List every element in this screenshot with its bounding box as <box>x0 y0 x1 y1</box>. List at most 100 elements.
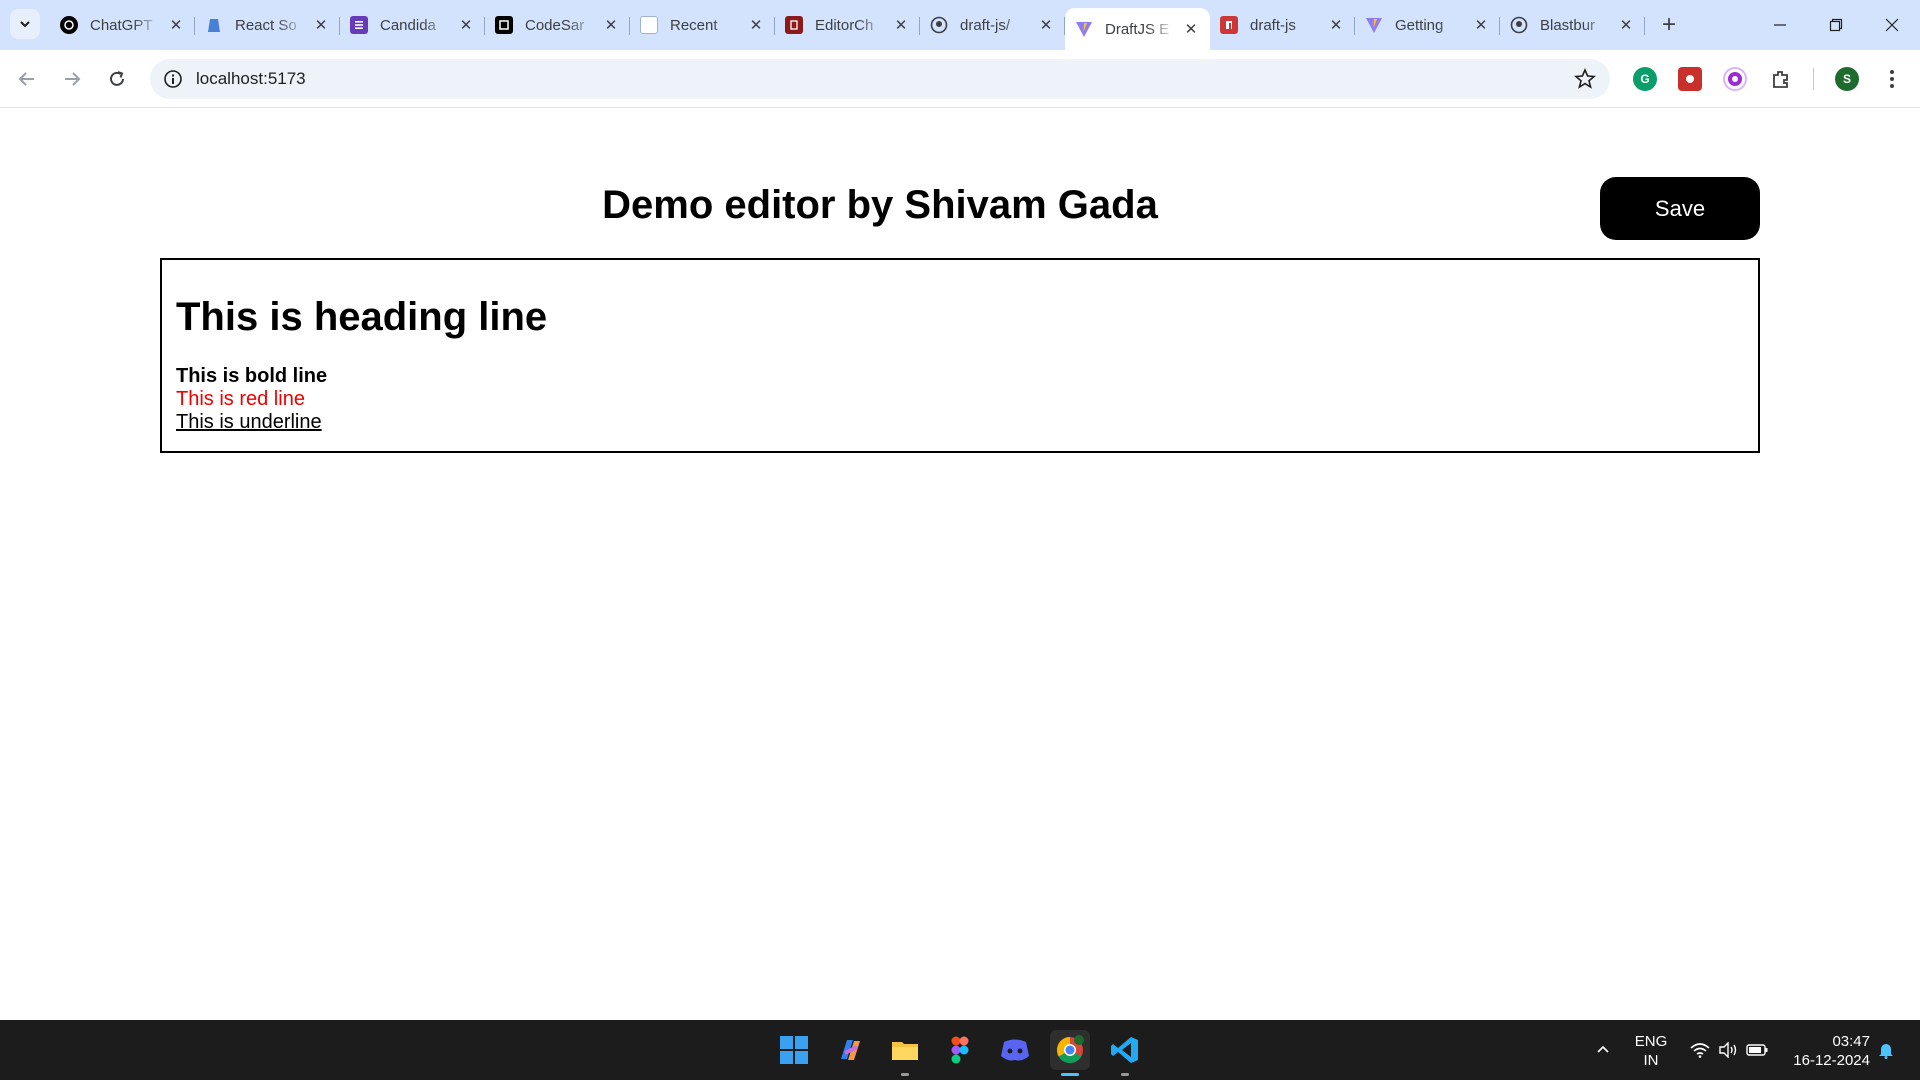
editor-heading-line[interactable]: This is heading line <box>176 294 1744 340</box>
close-icon[interactable]: ✕ <box>1327 16 1345 34</box>
restore-button[interactable] <box>1808 0 1864 50</box>
forward-button[interactable] <box>55 62 89 96</box>
tab-title: draft-js/ <box>960 16 1011 34</box>
clock-time: 03:47 <box>1832 1033 1870 1050</box>
battery-icon <box>1746 1044 1768 1056</box>
close-window-button[interactable] <box>1864 0 1920 50</box>
tab-candida[interactable]: Candida ✕ <box>340 8 485 42</box>
chatgpt-icon <box>60 16 78 34</box>
back-button[interactable] <box>10 62 44 96</box>
menu-button[interactable] <box>1880 67 1904 91</box>
extension-red-icon[interactable] <box>1678 67 1702 91</box>
tab-title: DraftJS E <box>1105 20 1170 38</box>
minimize-icon <box>1774 24 1786 26</box>
close-icon[interactable]: ✕ <box>312 16 330 34</box>
window-controls <box>1752 0 1920 50</box>
notifications-button[interactable] <box>1874 1020 1898 1080</box>
arrow-right-icon <box>65 72 81 86</box>
react-icon <box>205 16 223 34</box>
tab-title: Recent <box>670 16 718 34</box>
reload-button[interactable] <box>100 62 134 96</box>
vite-icon <box>1075 20 1093 38</box>
file-explorer-button[interactable] <box>885 1030 925 1076</box>
grammarly-icon[interactable]: G <box>1633 67 1657 91</box>
tab-chatgpt[interactable]: ChatGPT ✕ <box>50 8 195 42</box>
close-icon[interactable]: ✕ <box>892 16 910 34</box>
vite-icon <box>1365 16 1383 34</box>
editor-bold-line[interactable]: This is bold line <box>176 365 1744 388</box>
language-region: IN <box>1643 1052 1659 1069</box>
copilot-button[interactable] <box>830 1030 870 1070</box>
tab-draftjs-editor[interactable]: DraftJS E ✕ <box>1065 8 1210 50</box>
new-tab-button[interactable]: + <box>1653 8 1685 42</box>
chrome-button[interactable] <box>1050 1030 1090 1076</box>
extension-purple-icon[interactable] <box>1723 67 1747 91</box>
editor-red-line[interactable]: This is red line <box>176 388 1744 411</box>
info-icon[interactable] <box>162 68 184 90</box>
page-title: Demo editor by Shivam Gada <box>602 183 1158 227</box>
codesandbox-icon <box>495 16 513 34</box>
profile-initial: S <box>1842 72 1851 86</box>
show-hidden-icons-button[interactable] <box>1590 1020 1616 1080</box>
close-icon <box>1885 18 1899 32</box>
tab-list: ChatGPT ✕ React So ✕ Candida ✕ CodeSar ✕… <box>50 8 1685 50</box>
close-icon[interactable]: ✕ <box>1037 16 1055 34</box>
more-vertical-icon <box>1890 70 1894 88</box>
tab-react[interactable]: React So ✕ <box>195 8 340 42</box>
file-explorer-icon <box>892 1042 918 1060</box>
page-content: Demo editor by Shivam Gada Save This is … <box>0 109 1920 1020</box>
vscode-button[interactable] <box>1105 1030 1145 1076</box>
discord-button[interactable] <box>995 1030 1035 1070</box>
tab-title: draft-js <box>1250 16 1296 34</box>
tab-title: Getting <box>1395 16 1444 34</box>
editor-underline-line[interactable]: This is underline <box>176 411 322 433</box>
running-indicator <box>1121 1073 1129 1076</box>
tab-draftjs-npm[interactable]: draft-js ✕ <box>1210 8 1355 42</box>
vscode-icon <box>1111 1037 1138 1063</box>
tab-title: React So <box>235 16 297 34</box>
tab-blastbur[interactable]: Blastbur ✕ <box>1500 8 1645 42</box>
tab-recent[interactable]: Recent ✕ <box>630 8 775 42</box>
tab-strip: ChatGPT ✕ React So ✕ Candida ✕ CodeSar ✕… <box>0 0 1920 50</box>
reload-icon <box>110 71 124 86</box>
extensions-puzzle-icon[interactable] <box>1769 67 1793 91</box>
tab-search-button[interactable] <box>10 9 40 39</box>
tab-getting-started[interactable]: Getting ✕ <box>1355 8 1500 42</box>
wifi-icon <box>1690 1043 1710 1058</box>
rich-text-editor[interactable]: This is heading line This is bold line T… <box>160 258 1760 453</box>
tab-draftjs-github[interactable]: draft-js/ ✕ <box>920 8 1065 42</box>
arrow-left-icon <box>18 72 34 86</box>
tab-editorch[interactable]: EditorCh ✕ <box>775 8 920 42</box>
npm-icon <box>1220 16 1238 34</box>
figma-button[interactable] <box>940 1030 980 1070</box>
tab-separator <box>1644 17 1645 35</box>
close-icon[interactable]: ✕ <box>1617 16 1635 34</box>
bookmark-star-icon[interactable] <box>1574 68 1596 90</box>
close-icon[interactable]: ✕ <box>1472 16 1490 34</box>
start-icon <box>780 1036 808 1064</box>
close-icon[interactable]: ✕ <box>457 16 475 34</box>
close-icon[interactable]: ✕ <box>167 16 185 34</box>
battery-button[interactable] <box>1741 1020 1773 1080</box>
minimize-button[interactable] <box>1752 0 1808 50</box>
close-icon[interactable]: ✕ <box>602 16 620 34</box>
close-icon[interactable]: ✕ <box>1182 20 1200 38</box>
save-button[interactable]: Save <box>1600 177 1760 240</box>
clock[interactable]: 03:47 16-12-2024 <box>1780 1032 1870 1070</box>
github-icon <box>930 16 948 34</box>
github-icon <box>1510 16 1528 34</box>
address-bar[interactable]: localhost:5173 <box>150 59 1610 99</box>
start-button[interactable] <box>774 1030 814 1070</box>
tab-title: CodeSar <box>525 16 585 34</box>
language-code: ENG <box>1634 1033 1668 1050</box>
close-icon[interactable]: ✕ <box>747 16 765 34</box>
plus-icon: + <box>1661 11 1676 38</box>
volume-button[interactable] <box>1713 1020 1743 1080</box>
language-indicator[interactable]: ENG IN <box>1628 1032 1674 1070</box>
form-icon <box>350 16 368 34</box>
profile-avatar[interactable]: S <box>1835 67 1859 91</box>
tab-codesandbox[interactable]: CodeSar ✕ <box>485 8 630 42</box>
tab-title: EditorCh <box>815 16 874 34</box>
wifi-button[interactable] <box>1685 1020 1715 1080</box>
chrome-icon <box>1056 1035 1084 1064</box>
